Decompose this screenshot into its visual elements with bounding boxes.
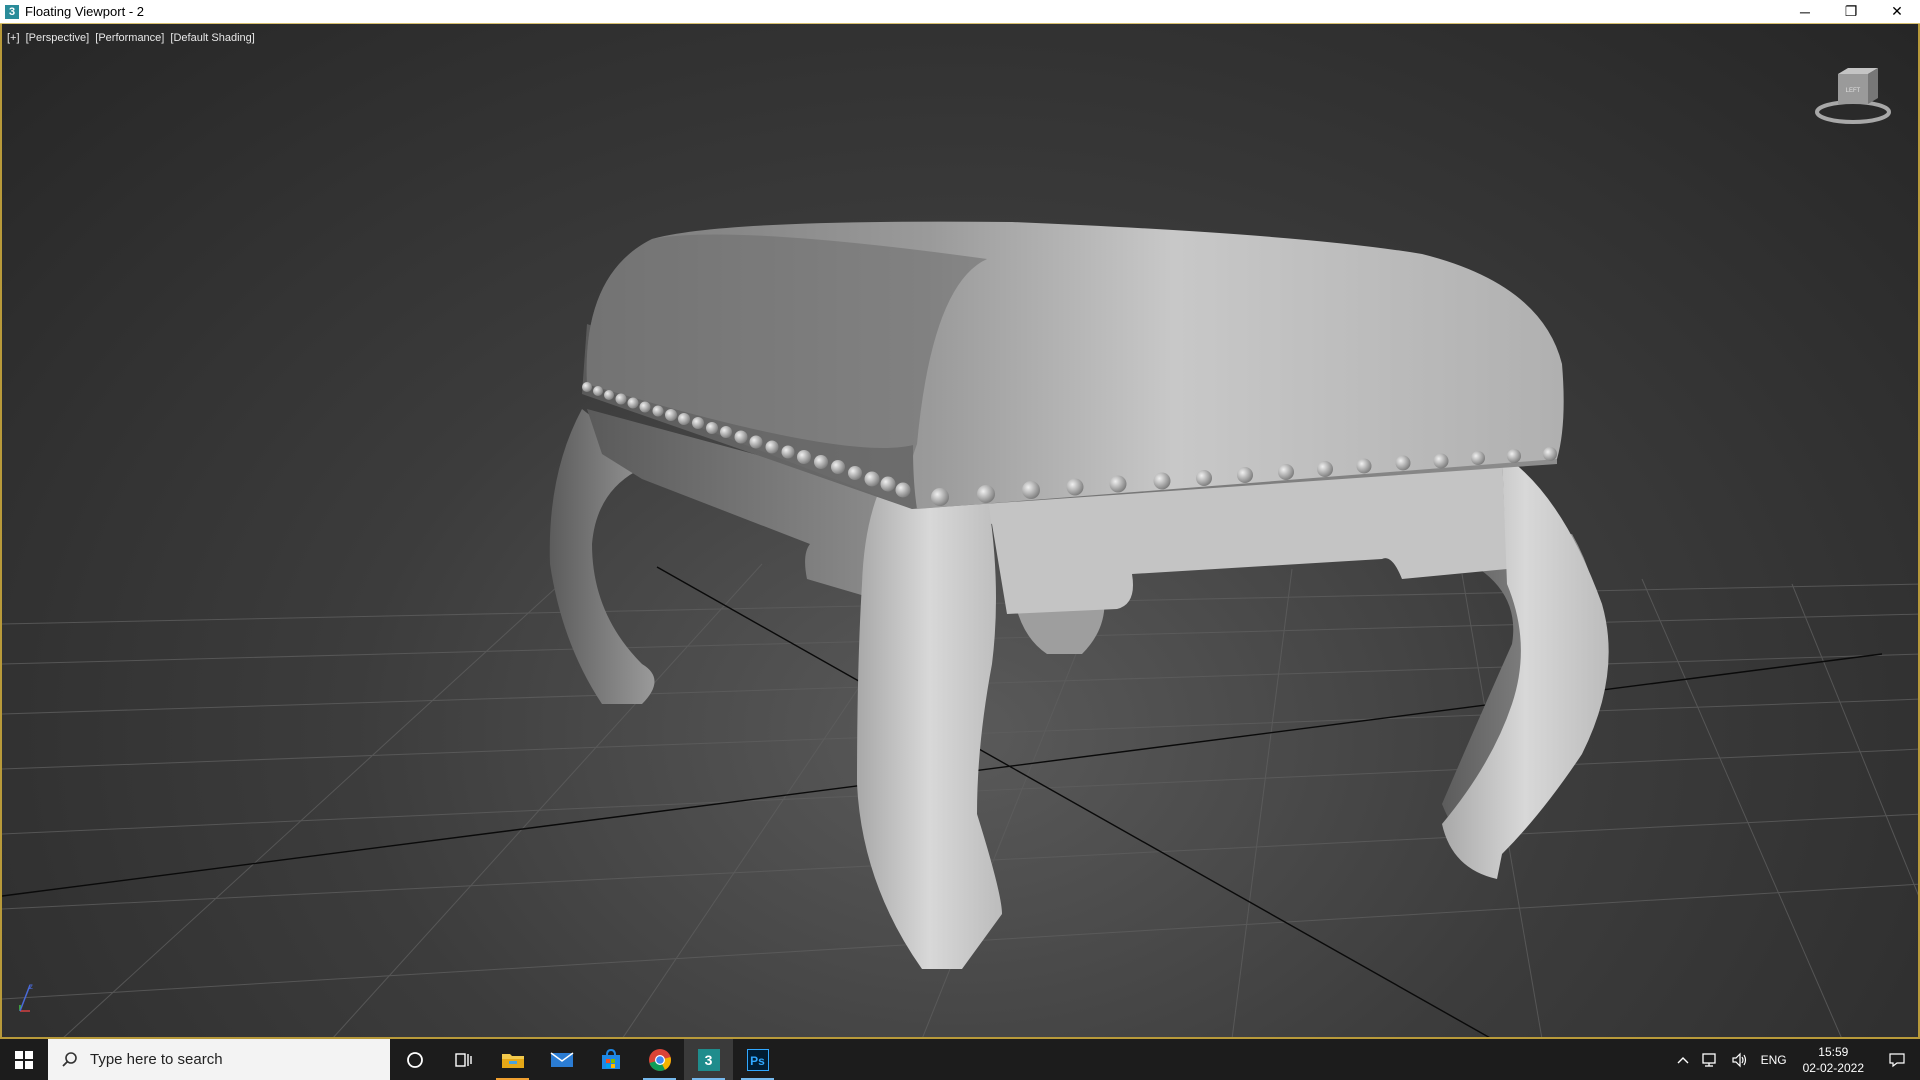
clock-time: 15:59	[1818, 1044, 1849, 1059]
file-explorer-icon[interactable]	[488, 1039, 537, 1080]
chrome-icon[interactable]	[635, 1039, 684, 1080]
window-title: Floating Viewport - 2	[25, 4, 144, 19]
title-bar[interactable]: 3 Floating Viewport - 2 ─ ❐ ✕	[0, 0, 1920, 24]
floating-viewport-window: 3 Floating Viewport - 2 ─ ❐ ✕ [+] [Persp…	[0, 0, 1920, 1039]
perspective-viewport[interactable]: [+] [Perspective] [Performance] [Default…	[0, 24, 1920, 1039]
search-placeholder: Type here to search	[90, 1051, 223, 1068]
cortana-icon[interactable]	[390, 1039, 439, 1080]
photoshop-glyph: Ps	[746, 1048, 769, 1071]
photoshop-icon[interactable]: Ps	[733, 1039, 782, 1080]
show-hidden-icons-chevron-icon[interactable]	[1671, 1056, 1695, 1064]
network-icon[interactable]	[1695, 1052, 1725, 1068]
clock-date: 02-02-2022	[1802, 1060, 1864, 1075]
ottoman-model[interactable]	[549, 221, 1609, 969]
close-button[interactable]: ✕	[1874, 0, 1920, 23]
system-tray: ENG 15:59 02-02-2022	[1671, 1039, 1920, 1080]
action-center-notification-icon[interactable]	[1874, 1052, 1920, 1068]
axis-tripod-icon: z	[19, 982, 33, 1012]
mail-icon[interactable]	[537, 1039, 586, 1080]
windows-logo-icon	[15, 1050, 33, 1069]
3dsmax-app-icon: 3	[5, 4, 19, 19]
start-button[interactable]	[0, 1039, 48, 1080]
input-language-indicator[interactable]: ENG	[1755, 1053, 1793, 1067]
clock[interactable]: 15:59 02-02-2022	[1793, 1044, 1874, 1076]
task-view-icon[interactable]	[439, 1039, 488, 1080]
search-icon	[62, 1051, 77, 1067]
front-left-leg	[857, 484, 1002, 969]
viewcube[interactable]: LEFT	[1808, 60, 1898, 130]
3dsmax-glyph: 3	[697, 1048, 720, 1071]
3dsmax-icon[interactable]: 3	[684, 1039, 733, 1080]
viewcube-face-label: LEFT	[1846, 88, 1861, 94]
restore-button[interactable]: ❐	[1828, 0, 1874, 23]
volume-icon[interactable]	[1725, 1052, 1755, 1068]
minimize-button[interactable]: ─	[1782, 0, 1828, 23]
window-controls: ─ ❐ ✕	[1782, 0, 1920, 23]
taskbar-search-box[interactable]: Type here to search	[48, 1039, 390, 1080]
windows-taskbar: Type here to search 3 Ps ENG 15:59 02-02…	[0, 1039, 1920, 1080]
store-icon[interactable]	[586, 1039, 635, 1080]
3d-scene[interactable]	[2, 24, 1920, 1039]
axis-z-label: z	[29, 982, 33, 991]
